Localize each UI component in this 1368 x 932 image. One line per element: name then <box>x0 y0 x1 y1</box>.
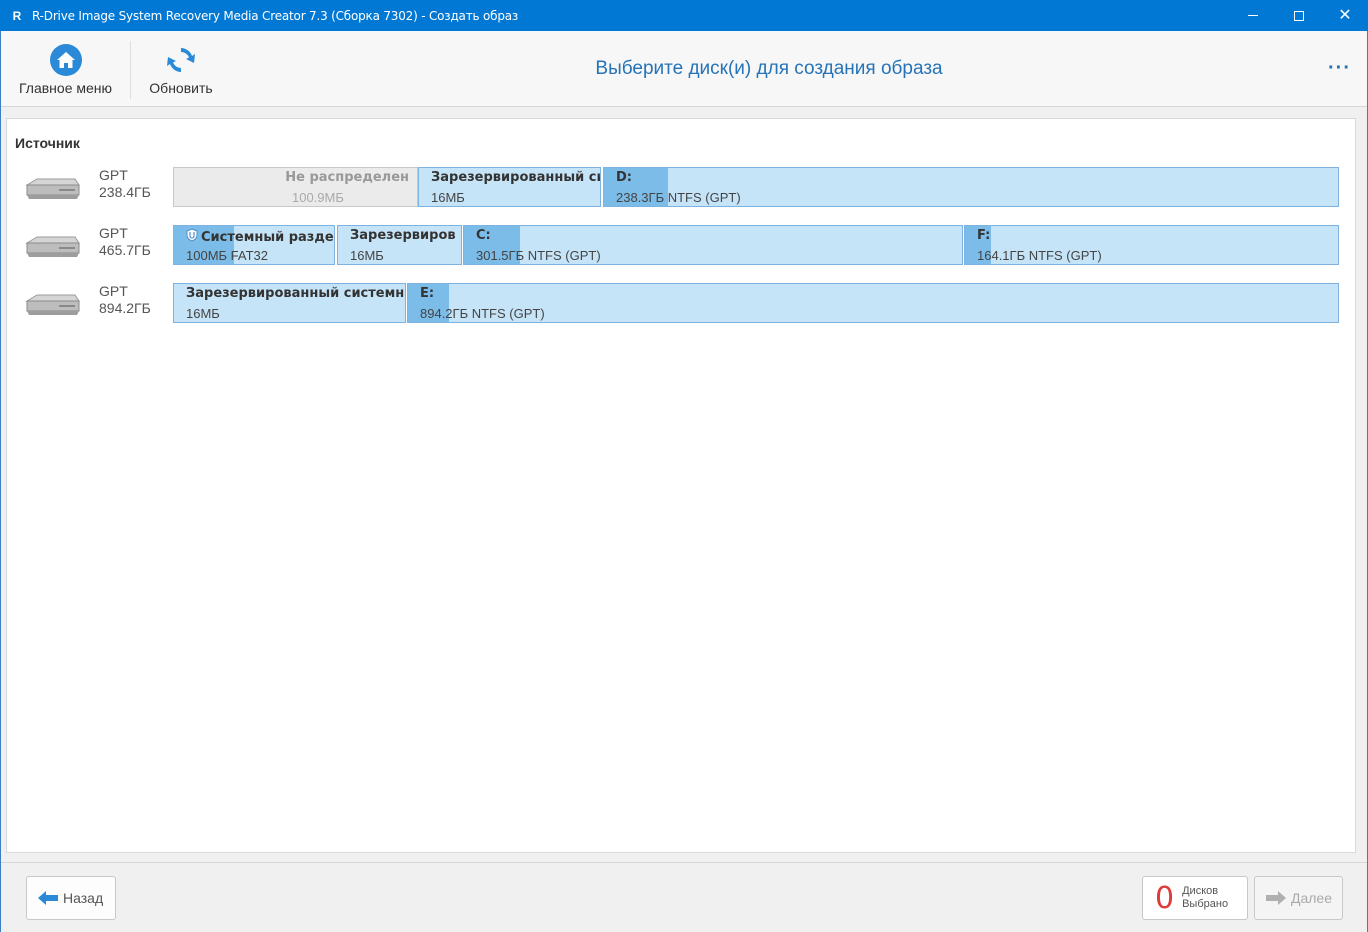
partition-info: 100МБ FAT32 <box>186 248 268 263</box>
home-menu-label: Главное меню <box>18 80 113 96</box>
partition-info: 164.1ГБ NTFS (GPT) <box>977 248 1102 263</box>
selected-label: Дисков Выбрано <box>1182 885 1228 911</box>
partition-info: 238.3ГБ NTFS (GPT) <box>616 190 741 205</box>
partition-name: Зарезервированный системн <box>186 286 405 301</box>
maximize-icon <box>1294 10 1304 21</box>
back-button[interactable]: Назад <box>26 876 116 920</box>
partition-name: Не распределен <box>285 170 409 185</box>
close-icon: ✕ <box>1338 6 1352 24</box>
partition-info: 16МБ <box>186 306 220 321</box>
partition-system[interactable]: Системный разде 100МБ FAT32 <box>173 225 335 265</box>
selected-label-line1: Дисков <box>1182 885 1219 897</box>
disk-size: 465.7ГБ <box>99 242 151 258</box>
page-title: Выберите диск(и) для создания образа <box>595 58 943 79</box>
disk-selection-panel: Источник GPT 238.4ГБ Не распределен 100.… <box>6 118 1356 853</box>
arrow-right-icon <box>1266 891 1286 905</box>
disk-row[interactable]: GPT 238.4ГБ Не распределен 100.9МБ Зарез… <box>7 167 1357 209</box>
title-bar[interactable]: R R-Drive Image System Recovery Media Cr… <box>0 0 1368 31</box>
disk-info: GPT 238.4ГБ <box>99 167 151 201</box>
disk-scheme: GPT <box>99 283 128 299</box>
source-heading: Источник <box>15 135 80 151</box>
hard-disk-icon <box>25 178 80 199</box>
partition-reserved[interactable]: Зарезервиров 16МБ <box>337 225 462 265</box>
partition-name: D: <box>616 170 632 185</box>
partition-name: E: <box>420 286 435 301</box>
arrow-left-icon <box>38 891 58 905</box>
hard-disk-icon <box>25 236 80 257</box>
partition-e[interactable]: E: 894.2ГБ NTFS (GPT) <box>407 283 1339 323</box>
partition-name: C: <box>476 228 491 243</box>
disk-size: 238.4ГБ <box>99 184 151 200</box>
toolbar: Главное меню Обновить Выберите диск(и) д… <box>1 31 1367 107</box>
partition-f[interactable]: F: 164.1ГБ NTFS (GPT) <box>964 225 1339 265</box>
partition-info: 301.5ГБ NTFS (GPT) <box>476 248 601 263</box>
shield-icon <box>186 228 198 242</box>
maximize-button[interactable] <box>1276 0 1322 31</box>
selected-count: 0 <box>1155 880 1175 916</box>
partition-name: F: <box>977 228 991 243</box>
next-button[interactable]: Далее <box>1254 876 1343 920</box>
footer-bar: Назад 0 Дисков Выбрано Далее <box>1 862 1367 932</box>
back-label: Назад <box>63 890 104 906</box>
disk-info: GPT 465.7ГБ <box>99 225 151 259</box>
selected-disks-counter: 0 Дисков Выбрано <box>1142 876 1248 920</box>
partition-name: Системный разде <box>186 228 334 245</box>
partition-d[interactable]: D: 238.3ГБ NTFS (GPT) <box>603 167 1339 207</box>
disk-scheme: GPT <box>99 167 128 183</box>
close-button[interactable]: ✕ <box>1322 0 1368 31</box>
app-icon: R <box>12 8 22 23</box>
minimize-button[interactable] <box>1230 0 1276 31</box>
next-label: Далее <box>1291 890 1333 906</box>
minimize-icon <box>1248 15 1258 16</box>
partition-name: Зарезервированный си <box>431 170 601 185</box>
more-options-button[interactable]: ··· <box>1328 57 1351 80</box>
partition-name-text: Системный разде <box>201 230 334 245</box>
partition-info: 894.2ГБ NTFS (GPT) <box>420 306 545 321</box>
hard-disk-icon <box>25 294 80 315</box>
partition-c[interactable]: C: 301.5ГБ NTFS (GPT) <box>463 225 963 265</box>
selected-label-line2: Выбрано <box>1182 898 1229 910</box>
refresh-label: Обновить <box>149 80 213 96</box>
disk-info: GPT 894.2ГБ <box>99 283 151 317</box>
partition-name: Зарезервиров <box>350 228 456 243</box>
disk-row[interactable]: GPT 465.7ГБ Системный разде 100МБ FAT32 … <box>7 225 1357 267</box>
partition-unallocated[interactable]: Не распределен 100.9МБ <box>173 167 418 207</box>
disk-size: 894.2ГБ <box>99 300 151 316</box>
partition-info: 100.9МБ <box>292 190 344 205</box>
partition-reserved[interactable]: Зарезервированный системн 16МБ <box>173 283 406 323</box>
partition-info: 16МБ <box>431 190 465 205</box>
disk-scheme: GPT <box>99 225 128 241</box>
partition-reserved[interactable]: Зарезервированный си 16МБ <box>418 167 601 207</box>
partition-info: 16МБ <box>350 248 384 263</box>
window-title: R-Drive Image System Recovery Media Crea… <box>32 8 519 23</box>
window-controls: ✕ <box>1230 0 1368 31</box>
disk-row[interactable]: GPT 894.2ГБ Зарезервированный системн 16… <box>7 283 1357 325</box>
